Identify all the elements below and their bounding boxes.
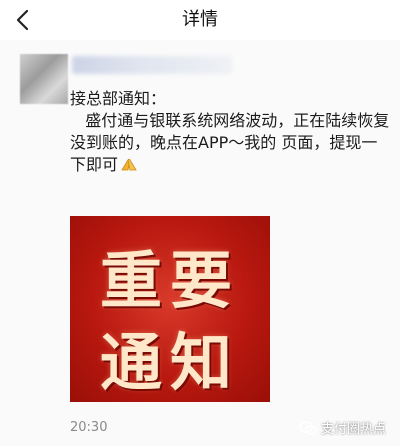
post-time: 20:30 [70, 420, 108, 435]
author-name-blurred[interactable] [72, 56, 232, 74]
watermark: 支付圈热点 [299, 418, 386, 437]
poster-text-line: 重要 [99, 244, 240, 317]
notice-image[interactable]: 重要 通知 [70, 216, 270, 402]
post-text-line: 盛付通与银联系统网络波动，正在陆续恢复 [70, 111, 390, 130]
wechat-icon [299, 420, 317, 435]
avatar[interactable] [20, 54, 68, 104]
watermark-text: 支付圈热点 [320, 422, 386, 437]
top-bar: 详情 [0, 0, 400, 40]
post-text-line: 没到账的，晚点在APP～我的 页面，提现一下即可 [70, 132, 390, 176]
page-title: 详情 [182, 9, 218, 30]
poster-text-line: 通知 [99, 326, 240, 399]
post-text-line-content: 没到账的，晚点在APP～我的 页面，提现一下即可 [70, 133, 378, 174]
post-text-line: 接总部通知： [70, 89, 167, 108]
post-text: 接总部通知： 盛付通与银联系统网络波动，正在陆续恢复 没到账的，晚点在APP～我… [70, 88, 390, 176]
praying-hands-icon [121, 158, 137, 171]
